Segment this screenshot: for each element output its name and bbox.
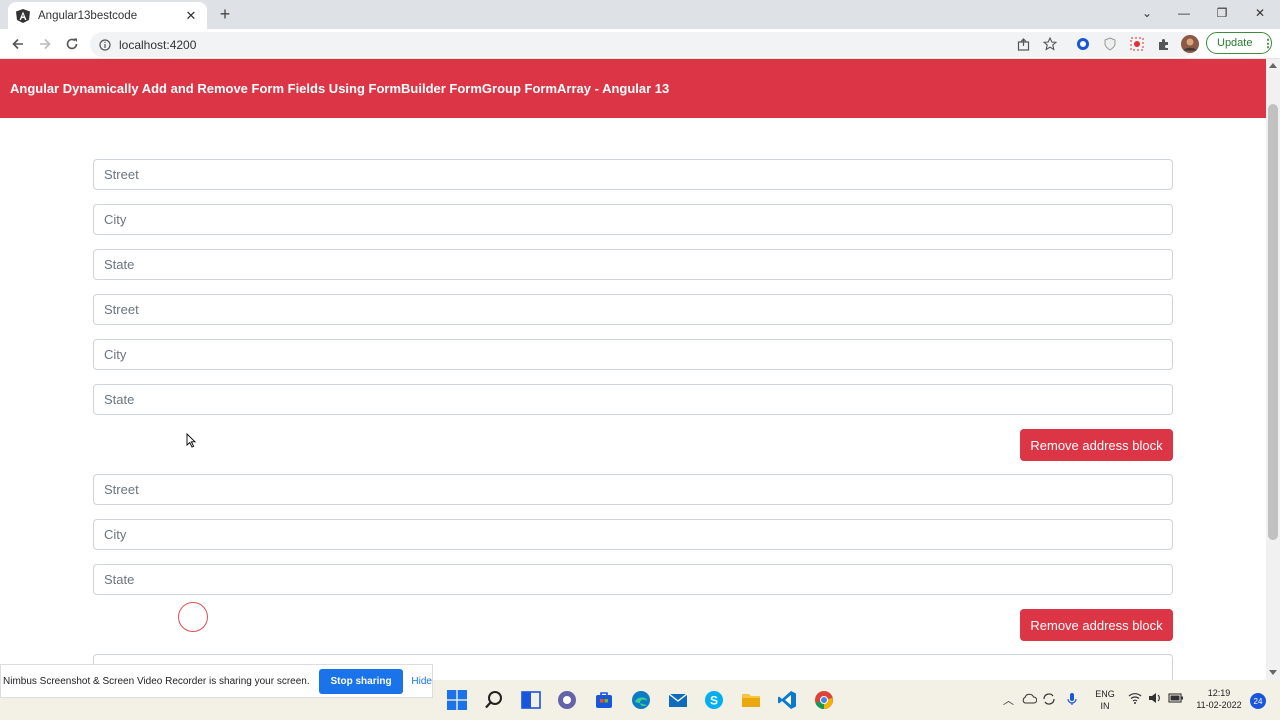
search-icon[interactable] [483,689,505,711]
clock-date: 11-02-2022 [1196,700,1242,710]
screen-sharing-bar: Nimbus Screenshot & Screen Video Recorde… [0,664,433,698]
menu-kebab-icon[interactable]: ⋮ [1262,37,1273,50]
svg-text:S: S [710,694,718,708]
region-code: IN [1100,701,1110,711]
restore-button[interactable]: ❐ [1203,0,1241,26]
extension-record-icon[interactable] [1129,36,1145,52]
city-input[interactable] [93,339,1173,370]
chat-icon[interactable] [556,689,578,711]
back-icon[interactable] [7,33,29,55]
battery-icon[interactable] [1168,692,1184,707]
city-input[interactable] [93,519,1173,550]
sync-icon[interactable] [1042,692,1056,709]
state-input[interactable] [93,564,1173,595]
language-code: ENG [1095,689,1115,699]
chrome-icon[interactable] [813,689,835,711]
profile-avatar[interactable] [1181,35,1199,53]
angular-favicon-icon [16,8,30,23]
forward-icon[interactable] [34,33,56,55]
bookmark-star-icon[interactable] [1042,36,1058,52]
stop-sharing-button[interactable]: Stop sharing [318,668,404,694]
state-input[interactable] [93,249,1173,280]
volume-icon[interactable] [1148,692,1162,707]
browser-tab[interactable]: Angular13bestcode ✕ [8,2,207,29]
extension-shield-icon[interactable] [1102,36,1118,52]
share-icon[interactable] [1015,36,1031,52]
scroll-up-icon[interactable] [1269,63,1277,68]
wifi-icon[interactable] [1128,692,1142,707]
windows-start-icon[interactable] [446,689,468,711]
onedrive-cloud-icon[interactable] [1021,692,1038,707]
tab-title: Angular13bestcode [38,9,138,22]
edge-browser-icon[interactable] [630,689,652,711]
city-input[interactable] [93,204,1173,235]
store-icon[interactable] [593,689,615,711]
street-input[interactable] [93,474,1173,505]
site-info-icon[interactable] [99,38,111,51]
click-indicator [178,602,208,632]
hide-link[interactable]: Hide [411,676,432,687]
state-input[interactable] [93,384,1173,415]
page-viewport: Angular Dynamically Add and Remove Form … [0,59,1266,680]
page-title: Angular Dynamically Add and Remove Form … [10,81,670,96]
remove-address-block-button[interactable]: Remove address block [1020,429,1173,461]
microphone-icon[interactable] [1066,692,1078,709]
update-button[interactable]: Update ⋮ [1206,32,1273,54]
new-tab-button[interactable]: + [216,4,234,24]
notification-badge[interactable]: 24 [1250,693,1266,709]
extension-blue-icon[interactable] [1075,36,1091,52]
scrollbar-thumb[interactable] [1268,104,1278,540]
scroll-down-icon[interactable] [1269,670,1277,675]
street-input[interactable] [93,159,1173,190]
street-input[interactable] [93,294,1173,325]
tab-search-dropdown-icon[interactable]: ⌄ [1128,0,1166,26]
close-window-button[interactable]: ✕ [1241,0,1279,26]
browser-tab-strip: Angular13bestcode ✕ + ⌄ — ❐ ✕ [0,0,1280,29]
task-view-icon[interactable] [520,689,542,711]
extensions-puzzle-icon[interactable] [1156,36,1172,52]
url-text: localhost:4200 [119,37,197,52]
clock-time: 12:19 [1207,688,1231,698]
mouse-cursor-icon [186,432,197,453]
page-scrollbar[interactable] [1266,59,1280,680]
tab-close-icon[interactable]: ✕ [183,8,199,24]
page-header: Angular Dynamically Add and Remove Form … [0,59,1266,118]
minimize-button[interactable]: — [1165,0,1203,26]
file-explorer-icon[interactable] [740,689,762,711]
browser-toolbar: localhost:4200 Update ⋮ [0,29,1280,59]
update-label: Update [1217,37,1253,49]
clock[interactable]: 12:19 11-02-2022 [1190,687,1248,711]
skype-icon[interactable]: S [703,689,725,711]
language-indicator[interactable]: ENG IN [1093,688,1117,712]
sharing-message: Nimbus Screenshot & Screen Video Recorde… [3,675,310,687]
reload-icon[interactable] [61,33,83,55]
remove-address-block-button[interactable]: Remove address block [1020,609,1173,641]
vscode-icon[interactable] [776,689,798,711]
mail-icon[interactable] [667,689,689,711]
show-hidden-icons-icon[interactable]: ︿ [1003,692,1014,708]
